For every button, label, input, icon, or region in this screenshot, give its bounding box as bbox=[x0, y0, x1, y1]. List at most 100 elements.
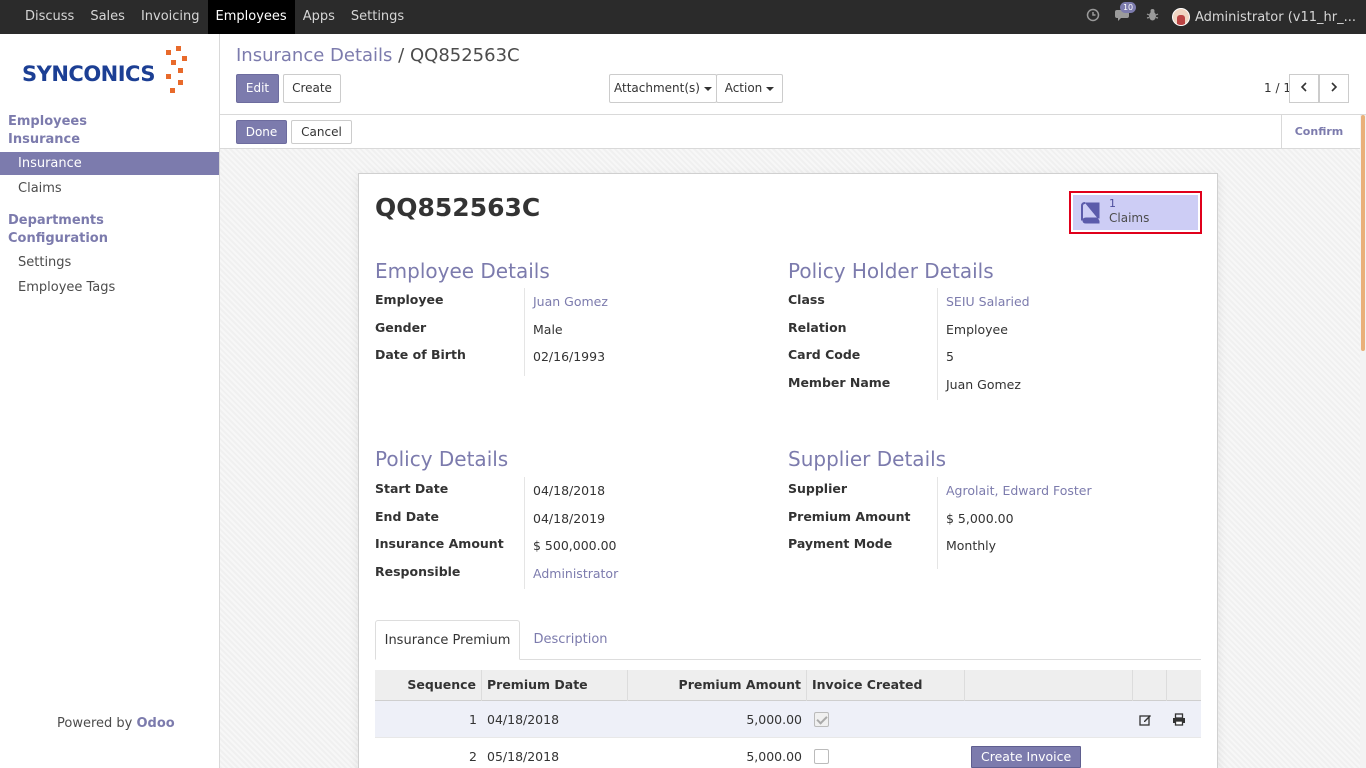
company-logo: SYNCONICS bbox=[20, 46, 200, 98]
confirm-stage[interactable]: Confirm bbox=[1281, 115, 1356, 149]
menu-discuss[interactable]: Discuss bbox=[17, 0, 82, 34]
powered-by: Powered by Odoo bbox=[57, 716, 175, 731]
edit-icon[interactable] bbox=[1139, 713, 1152, 730]
print-icon[interactable] bbox=[1172, 713, 1186, 730]
column-edit bbox=[1133, 670, 1167, 701]
action-dropdown[interactable]: Action bbox=[716, 74, 783, 103]
create-invoice-button[interactable]: Create Invoice bbox=[971, 746, 1082, 768]
sidebar-section-insurance[interactable]: Insurance bbox=[8, 131, 80, 149]
attachments-dropdown[interactable]: Attachment(s) bbox=[609, 74, 717, 103]
systray: 10 Administrator (v11_hr_... bbox=[1078, 0, 1366, 34]
pager-next-button[interactable] bbox=[1319, 74, 1349, 103]
premium-table-header: Sequence Premium Date Premium Amount Inv… bbox=[375, 670, 1201, 701]
caret-down-icon bbox=[703, 86, 712, 91]
logo-text: SYNCONICS bbox=[22, 62, 155, 86]
payment-mode-label: Payment Mode bbox=[788, 536, 893, 551]
claims-label: Claims bbox=[1109, 211, 1150, 225]
user-menu[interactable]: Administrator (v11_hr_... bbox=[1171, 8, 1356, 26]
tab-insurance-premium[interactable]: Insurance Premium bbox=[375, 620, 520, 660]
breadcrumb-separator: / bbox=[398, 45, 405, 66]
breadcrumb: Insurance Details / QQ852563C bbox=[236, 45, 520, 66]
invoice-created-checkbox bbox=[814, 712, 829, 727]
pager-value: 1 / 1 bbox=[1264, 81, 1291, 95]
app-menu: Discuss Sales Invoicing Employees Apps S… bbox=[0, 0, 412, 34]
table-row[interactable]: 2 05/18/2018 5,000.00 Create Invoice bbox=[375, 738, 1201, 768]
row-premium-date: 04/18/2018 bbox=[487, 712, 560, 727]
row-premium-date: 05/18/2018 bbox=[487, 749, 560, 764]
breadcrumb-parent[interactable]: Insurance Details bbox=[236, 45, 392, 66]
card-code-label: Card Code bbox=[788, 347, 861, 362]
start-date-label: Start Date bbox=[375, 481, 449, 496]
menu-apps[interactable]: Apps bbox=[295, 0, 343, 34]
sidebar-section-departments[interactable]: Departments bbox=[8, 212, 104, 230]
column-invoice-created[interactable]: Invoice Created bbox=[807, 670, 965, 701]
done-button[interactable]: Done bbox=[236, 120, 287, 144]
insurance-amount-value: $ 500,000.00 bbox=[533, 538, 617, 553]
top-navbar: Discuss Sales Invoicing Employees Apps S… bbox=[0, 0, 1366, 34]
table-row[interactable]: 1 04/18/2018 5,000.00 bbox=[375, 701, 1201, 738]
gender-label: Gender bbox=[375, 320, 427, 335]
sidebar-section-configuration[interactable]: Configuration bbox=[8, 230, 108, 248]
responsible-value[interactable]: Administrator bbox=[533, 566, 618, 581]
tab-description[interactable]: Description bbox=[522, 620, 619, 660]
relation-value: Employee bbox=[946, 322, 1008, 337]
cancel-button[interactable]: Cancel bbox=[291, 120, 352, 144]
sidebar-item-claims[interactable]: Claims bbox=[0, 177, 219, 200]
menu-invoicing[interactable]: Invoicing bbox=[133, 0, 208, 34]
chevron-right-icon bbox=[1331, 82, 1338, 92]
bug-icon[interactable] bbox=[1138, 8, 1168, 26]
breadcrumb-current: QQ852563C bbox=[409, 45, 520, 66]
user-name: Administrator (v11_hr_... bbox=[1194, 9, 1356, 25]
card-code-value: 5 bbox=[946, 349, 954, 364]
member-name-value: Juan Gomez bbox=[946, 377, 1021, 392]
column-sequence[interactable]: Sequence bbox=[375, 670, 482, 701]
sidebar-item-insurance[interactable]: Insurance bbox=[0, 152, 219, 175]
claims-smart-button[interactable]: 1 Claims bbox=[1069, 191, 1202, 234]
column-actions bbox=[965, 670, 1133, 701]
column-premium-date[interactable]: Premium Date bbox=[482, 670, 628, 701]
relation-label: Relation bbox=[788, 320, 847, 335]
chat-icon[interactable]: 10 bbox=[1108, 1, 1138, 26]
invoice-created-checkbox bbox=[814, 749, 829, 764]
policy-holder-title: Policy Holder Details bbox=[788, 259, 994, 283]
end-date-label: End Date bbox=[375, 509, 440, 524]
sidebar-section-employees[interactable]: Employees bbox=[8, 113, 87, 131]
employee-value[interactable]: Juan Gomez bbox=[533, 294, 608, 309]
notification-badge: 10 bbox=[1119, 1, 1137, 13]
end-date-value: 04/18/2019 bbox=[533, 511, 606, 526]
insurance-amount-label: Insurance Amount bbox=[375, 536, 504, 551]
sidebar-item-employee-tags[interactable]: Employee Tags bbox=[0, 276, 219, 299]
column-premium-amount[interactable]: Premium Amount bbox=[628, 670, 807, 701]
menu-settings[interactable]: Settings bbox=[343, 0, 412, 34]
create-button[interactable]: Create bbox=[283, 74, 341, 103]
supplier-details-title: Supplier Details bbox=[788, 447, 947, 471]
payment-mode-value: Monthly bbox=[946, 538, 997, 553]
odoo-link[interactable]: Odoo bbox=[137, 716, 175, 731]
policy-details-title: Policy Details bbox=[375, 447, 509, 471]
caret-down-icon bbox=[766, 86, 775, 91]
employee-label: Employee bbox=[375, 292, 444, 307]
premium-amount-value: $ 5,000.00 bbox=[946, 511, 1014, 526]
row-sequence: 2 bbox=[469, 749, 477, 764]
class-value[interactable]: SEIU Salaried bbox=[946, 294, 1030, 309]
dob-label: Date of Birth bbox=[375, 347, 466, 362]
row-sequence: 1 bbox=[469, 712, 477, 727]
responsible-label: Responsible bbox=[375, 564, 461, 579]
column-print bbox=[1167, 670, 1201, 701]
row-premium-amount: 5,000.00 bbox=[746, 749, 802, 764]
employee-details-title: Employee Details bbox=[375, 259, 550, 283]
gender-value: Male bbox=[533, 322, 563, 337]
supplier-value[interactable]: Agrolait, Edward Foster bbox=[946, 483, 1092, 498]
chevron-left-icon bbox=[1300, 82, 1307, 92]
menu-employees[interactable]: Employees bbox=[207, 0, 295, 34]
class-label: Class bbox=[788, 292, 825, 307]
premium-amount-label: Premium Amount bbox=[788, 509, 911, 524]
edit-button[interactable]: Edit bbox=[236, 74, 279, 103]
sidebar-item-settings[interactable]: Settings bbox=[0, 251, 219, 274]
menu-sales[interactable]: Sales bbox=[82, 0, 133, 34]
record-title: QQ852563C bbox=[375, 193, 541, 222]
scrollbar[interactable] bbox=[1360, 115, 1366, 768]
pager-previous-button[interactable] bbox=[1289, 74, 1319, 103]
start-date-value: 04/18/2018 bbox=[533, 483, 606, 498]
clock-icon[interactable] bbox=[1078, 8, 1108, 26]
